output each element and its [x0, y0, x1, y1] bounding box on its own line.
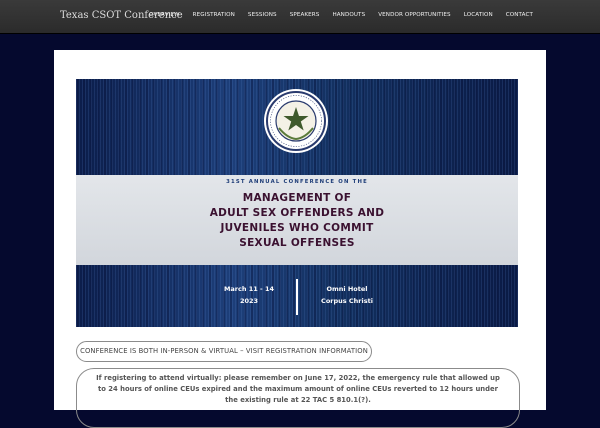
texas-seal-icon — [264, 89, 328, 153]
nav-item-handouts[interactable]: HANDOUTS — [332, 12, 365, 18]
registration-info-button[interactable]: CONFERENCE IS BOTH IN-PERSON & VIRTUAL –… — [76, 341, 372, 362]
banner-title-line: SEXUAL OFFENSES — [239, 237, 355, 249]
virtual-attendance-notice: If registering to attend virtually: plea… — [76, 368, 520, 428]
banner-info: March 11 - 14 2023 Omni Hotel Corpus Chr… — [76, 265, 518, 327]
event-date-line: 2023 — [239, 297, 259, 305]
banner-subtitle: 31ST ANNUAL CONFERENCE ON THE — [226, 179, 368, 185]
main-nav: OVERVIEW REGISTRATION SESSIONS SPEAKERS … — [136, 12, 533, 18]
banner-title-line: MANAGEMENT OF — [242, 192, 352, 204]
banner-title-line: JUVENILES WHO COMMIT — [220, 222, 374, 234]
event-venue-line: Corpus Christi — [321, 297, 373, 305]
nav-item-contact[interactable]: CONTACT — [506, 12, 533, 18]
banner-title: MANAGEMENT OF ADULT SEX OFFENDERS AND JU… — [76, 191, 518, 251]
nav-item-location[interactable]: LOCATION — [464, 12, 493, 18]
event-venue-line: Omni Hotel — [326, 285, 368, 293]
nav-item-speakers[interactable]: SPEAKERS — [290, 12, 320, 18]
conference-banner: 31ST ANNUAL CONFERENCE ON THE MANAGEMENT… — [76, 79, 518, 327]
content-panel: 31ST ANNUAL CONFERENCE ON THE MANAGEMENT… — [54, 50, 546, 428]
info-divider — [296, 279, 298, 315]
top-navigation-bar: Texas CSOT Conference OVERVIEW REGISTRAT… — [0, 0, 600, 33]
nav-item-sessions[interactable]: SESSIONS — [248, 12, 277, 18]
event-date: March 11 - 14 2023 — [214, 283, 284, 307]
nav-item-vendor-opportunities[interactable]: VENDOR OPPORTUNITIES — [378, 12, 450, 18]
event-date-line: March 11 - 14 — [223, 285, 275, 293]
event-venue: Omni Hotel Corpus Christi — [312, 283, 382, 307]
nav-item-registration[interactable]: REGISTRATION — [193, 12, 235, 18]
banner-title-band: 31ST ANNUAL CONFERENCE ON THE MANAGEMENT… — [76, 175, 518, 265]
banner-title-line: ADULT SEX OFFENDERS AND — [209, 207, 385, 219]
nav-item-overview[interactable]: OVERVIEW — [149, 12, 180, 18]
